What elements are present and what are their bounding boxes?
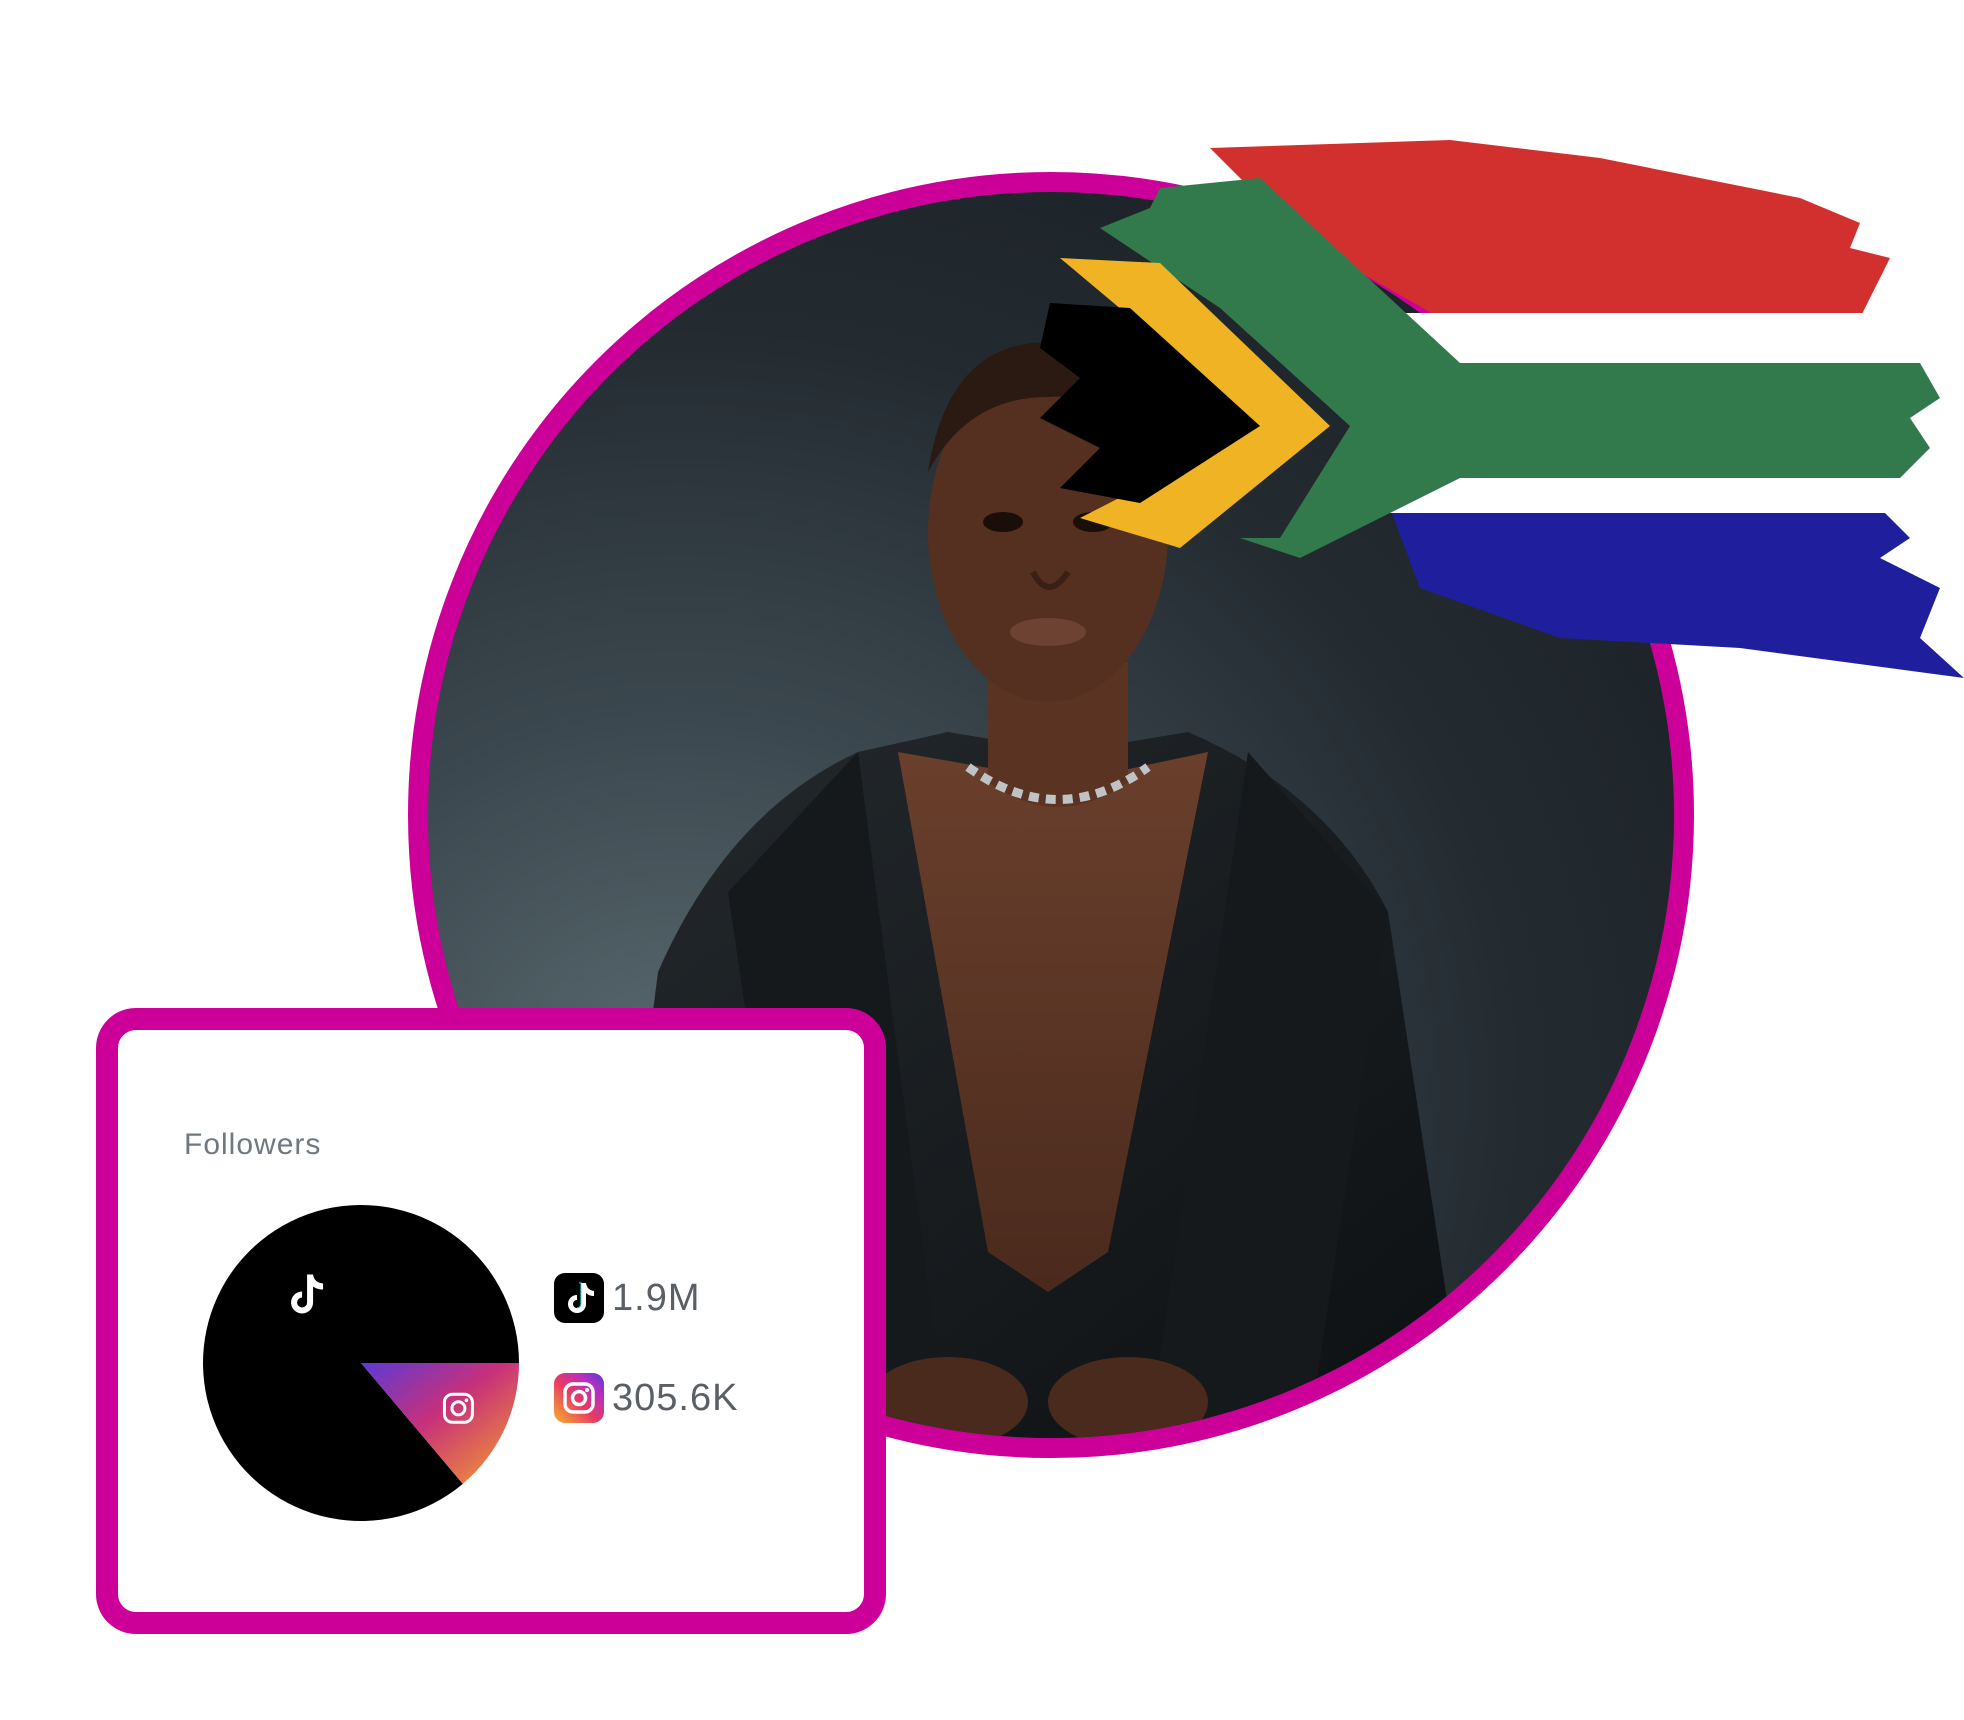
card-title: Followers [184, 1128, 322, 1161]
flag-icon [1040, 140, 1964, 678]
legend-item-instagram: 305.6K [554, 1370, 738, 1426]
tiktok-follower-count: 1.9M [612, 1276, 701, 1319]
instagram-icon [554, 1373, 604, 1423]
instagram-follower-count: 305.6K [612, 1376, 739, 1419]
tiktok-icon [554, 1273, 604, 1323]
followers-card: Followers 1.9M 305.6K [96, 1008, 886, 1634]
south-africa-flag-decoration [1040, 118, 1964, 708]
followers-pie-chart [203, 1205, 520, 1521]
followers-legend: 1.9M 305.6K [554, 1270, 738, 1470]
legend-item-tiktok: 1.9M [554, 1270, 738, 1326]
